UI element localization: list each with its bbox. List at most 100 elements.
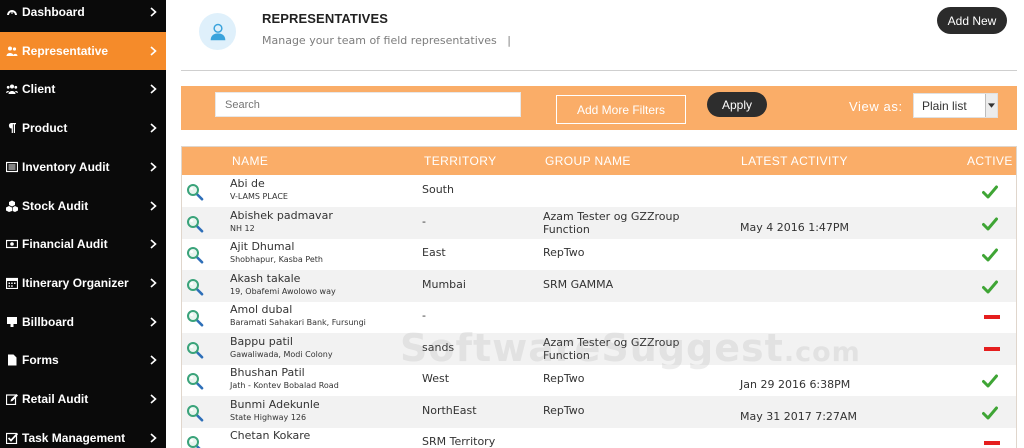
rep-name: Chetan Kokare (230, 429, 311, 442)
column-header-name[interactable]: NAME (232, 154, 268, 168)
rep-territory: East (422, 246, 446, 259)
view-details-icon[interactable] (186, 404, 204, 422)
sidebar-item-inventory-audit[interactable]: Inventory Audit (0, 148, 166, 186)
view-details-icon[interactable] (186, 372, 204, 390)
table-header: NAME TERRITORY GROUP NAME LATEST ACTIVIT… (182, 147, 1016, 175)
header-divider (181, 70, 1017, 71)
column-header-territory[interactable]: TERRITORY (424, 154, 497, 168)
sidebar-item-itinerary-organizer[interactable]: Itinerary Organizer (0, 264, 166, 302)
rep-address: 19, Obafemi Awolowo way (230, 287, 336, 296)
table-row[interactable]: Bhushan Patil Jath - Kontev Bobalad Road W… (182, 364, 1016, 396)
view-details-icon[interactable] (186, 278, 204, 296)
rep-group-name: RepTwo (543, 404, 585, 417)
apply-button[interactable]: Apply (707, 92, 767, 117)
rep-group-name: RepTwo (543, 246, 585, 259)
sidebar-item-label: Inventory Audit (22, 160, 110, 174)
rep-address: Gawaliwada, Modi Colony (230, 350, 333, 359)
active-check-icon (982, 373, 1002, 388)
table-row[interactable]: Akash takale 19, Obafemi Awolowo way Mumba… (182, 270, 1016, 302)
rep-group-name: RepTwo (543, 372, 585, 385)
rep-group-name: Azam Tester og GZZroup Function (543, 210, 680, 236)
rep-address: Shobhapur, Kasba Peth (230, 255, 323, 264)
column-header-group-name[interactable]: GROUP NAME (545, 154, 631, 168)
search-input[interactable] (215, 92, 521, 117)
active-check-icon (982, 216, 1002, 231)
table-row[interactable]: Chetan Kokare SRM Territory (182, 427, 1016, 448)
sidebar-item-label: Stock Audit (22, 199, 89, 213)
rep-name: Amol dubal (230, 303, 293, 316)
sidebar-item-label: Dashboard (22, 5, 85, 19)
rep-address: V-LAMS PLACE (230, 192, 288, 201)
rep-address: NH 12 (230, 224, 255, 233)
table-row[interactable]: Bappu patil Gawaliwada, Modi Colony sands A… (182, 333, 1016, 365)
sidebar-item-client[interactable]: Client (0, 70, 166, 108)
sidebar-item-retail-audit[interactable]: Retail Audit (0, 380, 166, 418)
rep-territory: NorthEast (422, 404, 477, 417)
view-as-value: Plain list (922, 98, 967, 113)
rep-territory: SRM Territory (422, 435, 496, 448)
sidebar-item-label: Representative (22, 44, 109, 58)
rep-latest-activity: Jan 29 2016 6:38PM (740, 378, 851, 391)
sidebar-item-dashboard[interactable]: Dashboard (0, 0, 166, 31)
calendar-icon (5, 277, 19, 289)
chevron-down-icon[interactable] (985, 94, 997, 117)
sidebar-item-label: Forms (22, 353, 59, 367)
rep-territory: South (422, 183, 454, 196)
sidebar-item-financial-audit[interactable]: Financial Audit (0, 225, 166, 263)
rep-territory: Mumbai (422, 278, 466, 291)
add-new-button[interactable]: Add New (937, 7, 1007, 34)
rep-group-name: SRM GAMMA (543, 278, 614, 291)
rep-territory: - (422, 215, 426, 228)
sidebar-item-stock-audit[interactable]: Stock Audit (0, 187, 166, 225)
money-icon (5, 238, 19, 250)
rep-name: Bunmi Adekunle (230, 398, 320, 411)
table-row[interactable]: Ajit Dhumal Shobhapur, Kasba Peth East RepT… (182, 238, 1016, 270)
representatives-table: NAME TERRITORY GROUP NAME LATEST ACTIVIT… (181, 146, 1017, 448)
sidebar-item-label: Retail Audit (22, 392, 89, 406)
sidebar-item-forms[interactable]: Forms (0, 341, 166, 379)
rep-address: Baramati Sahakari Bank, Fursungi (230, 318, 366, 327)
add-more-filters-button[interactable]: Add More Filters (556, 95, 686, 124)
sidebar-item-billboard[interactable]: Billboard (0, 303, 166, 341)
sidebar-item-task-management[interactable]: Task Management (0, 419, 166, 448)
view-details-icon[interactable] (186, 246, 204, 264)
sidebar-item-label: Client (22, 82, 56, 96)
list-icon (5, 161, 19, 173)
checkbox-icon (5, 432, 19, 444)
chevron-right-icon (146, 201, 160, 211)
rep-name: Bappu patil (230, 335, 293, 348)
table-row[interactable]: Abi de V-LAMS PLACE South (182, 175, 1016, 207)
chevron-right-icon (146, 355, 160, 365)
user-avatar-icon (199, 13, 236, 50)
active-check-icon (982, 279, 1002, 294)
view-details-icon[interactable] (186, 309, 204, 327)
table-row[interactable]: Bunmi Adekunle State Highway 126 NorthEast… (182, 396, 1016, 428)
table-row[interactable]: Abishek padmavar NH 12 - Azam Tester og GZZ… (182, 207, 1016, 239)
active-check-icon (982, 405, 1002, 420)
rep-name: Akash takale (230, 272, 301, 285)
view-details-icon[interactable] (186, 183, 204, 201)
paragraph-icon (5, 122, 19, 134)
rep-address: Jath - Kontev Bobalad Road (230, 381, 339, 390)
view-details-icon[interactable] (186, 435, 204, 448)
view-as-label: View as: (849, 99, 903, 114)
column-header-latest-activity[interactable]: LATEST ACTIVITY (741, 154, 848, 168)
rep-name: Abi de (230, 177, 265, 190)
rep-latest-activity: May 31 2017 7:27AM (740, 410, 857, 423)
sidebar-item-label: Itinerary Organizer (22, 276, 129, 290)
rep-territory: West (422, 372, 450, 385)
view-details-icon[interactable] (186, 341, 204, 359)
sidebar-item-product[interactable]: Product (0, 109, 166, 147)
chevron-right-icon (146, 239, 160, 249)
sidebar: Dashboard Representative Client Product Inve… (0, 0, 166, 448)
view-details-icon[interactable] (186, 215, 204, 233)
rep-latest-activity: May 4 2016 1:47PM (740, 221, 850, 234)
edit-icon (5, 393, 19, 405)
rep-name: Ajit Dhumal (230, 240, 295, 253)
chevron-right-icon (146, 46, 160, 56)
table-row[interactable]: Amol dubal Baramati Sahakari Bank, Fursun… (182, 301, 1016, 333)
column-header-active[interactable]: ACTIVE (967, 154, 1013, 168)
sidebar-item-representative[interactable]: Representative (0, 32, 166, 70)
view-as-select[interactable]: Plain list (913, 93, 998, 118)
chevron-right-icon (146, 317, 160, 327)
